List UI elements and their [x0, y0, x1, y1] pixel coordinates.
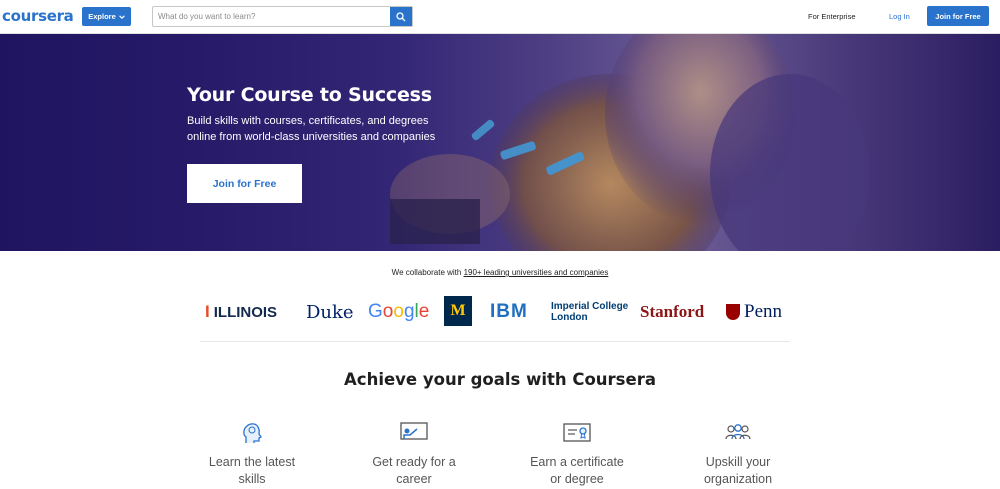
join-free-header-button[interactable]: Join for Free: [927, 6, 989, 26]
hero-image: [0, 34, 1000, 251]
goal-learn-line1: Learn the latest: [208, 455, 296, 469]
partner-logos: I ILLINOIS Duke Google M IBM Imperial Co…: [0, 295, 1000, 329]
ibm-logo[interactable]: IBM: [490, 295, 528, 329]
hero-banner: Your Course to Success Build skills with…: [0, 34, 1000, 251]
certificate-icon: [562, 420, 592, 446]
illinois-logo[interactable]: I ILLINOIS: [205, 295, 277, 329]
penn-logo[interactable]: Penn: [726, 295, 782, 329]
goal-organization-line2: organization: [703, 472, 773, 486]
goal-item-certificate: Earn a certificate or degree: [512, 420, 642, 488]
hero-title: Your Course to Success: [187, 84, 432, 106]
explore-label: Explore: [88, 12, 116, 21]
google-logo[interactable]: Google: [368, 295, 429, 329]
collaboration-text: We collaborate with 190+ leading univers…: [0, 268, 1000, 277]
search-input[interactable]: [153, 7, 390, 26]
top-nav-bar: coursera Explore For Enterprise Log In J…: [0, 0, 1000, 34]
illinois-i-mark-icon: I: [205, 302, 210, 321]
goal-certificate-line1: Earn a certificate: [530, 455, 624, 469]
section-divider: [200, 341, 790, 342]
goal-career-line1: Get ready for a: [372, 455, 456, 469]
penn-shield-icon: [726, 304, 740, 320]
imperial-line1: Imperial College: [551, 301, 629, 312]
imperial-line2: London: [551, 312, 588, 323]
goal-certificate-line2: or degree: [550, 472, 604, 486]
teacher-board-icon: [399, 420, 429, 446]
goal-learn-line2: skills: [238, 472, 266, 486]
coursera-logo[interactable]: coursera: [2, 7, 74, 25]
join-free-hero-button[interactable]: Join for Free: [187, 164, 302, 203]
login-link[interactable]: Log In: [889, 12, 910, 21]
goal-item-learn: Learn the latest skills: [187, 420, 317, 488]
for-enterprise-link[interactable]: For Enterprise: [808, 12, 856, 21]
explore-button[interactable]: Explore: [82, 7, 131, 26]
goal-organization-line1: Upskill your: [705, 455, 771, 469]
goals-title: Achieve your goals with Coursera: [344, 370, 656, 389]
goal-career-line2: career: [396, 472, 432, 486]
imperial-college-logo[interactable]: Imperial College London: [551, 295, 628, 329]
goal-item-career: Get ready for a career: [349, 420, 479, 488]
collaboration-intro: We collaborate with: [391, 268, 464, 277]
hero-subtitle: Build skills with courses, certificates,…: [187, 115, 436, 143]
chevron-down-icon: [118, 14, 125, 19]
group-people-icon: [723, 420, 753, 446]
brain-head-icon: [237, 420, 267, 446]
michigan-logo[interactable]: M: [444, 296, 472, 326]
duke-logo[interactable]: Duke: [306, 295, 354, 329]
partners-link[interactable]: 190+ leading universities and companies: [464, 268, 609, 277]
goal-item-organization: Upskill your organization: [673, 420, 803, 488]
penn-wordmark: Penn: [744, 301, 782, 322]
search-box: [152, 6, 413, 27]
search-button[interactable]: [390, 7, 412, 26]
search-icon: [396, 11, 406, 21]
stanford-logo[interactable]: Stanford: [640, 295, 704, 329]
google-wordmark: Google: [368, 301, 430, 322]
illinois-wordmark: ILLINOIS: [213, 303, 278, 321]
